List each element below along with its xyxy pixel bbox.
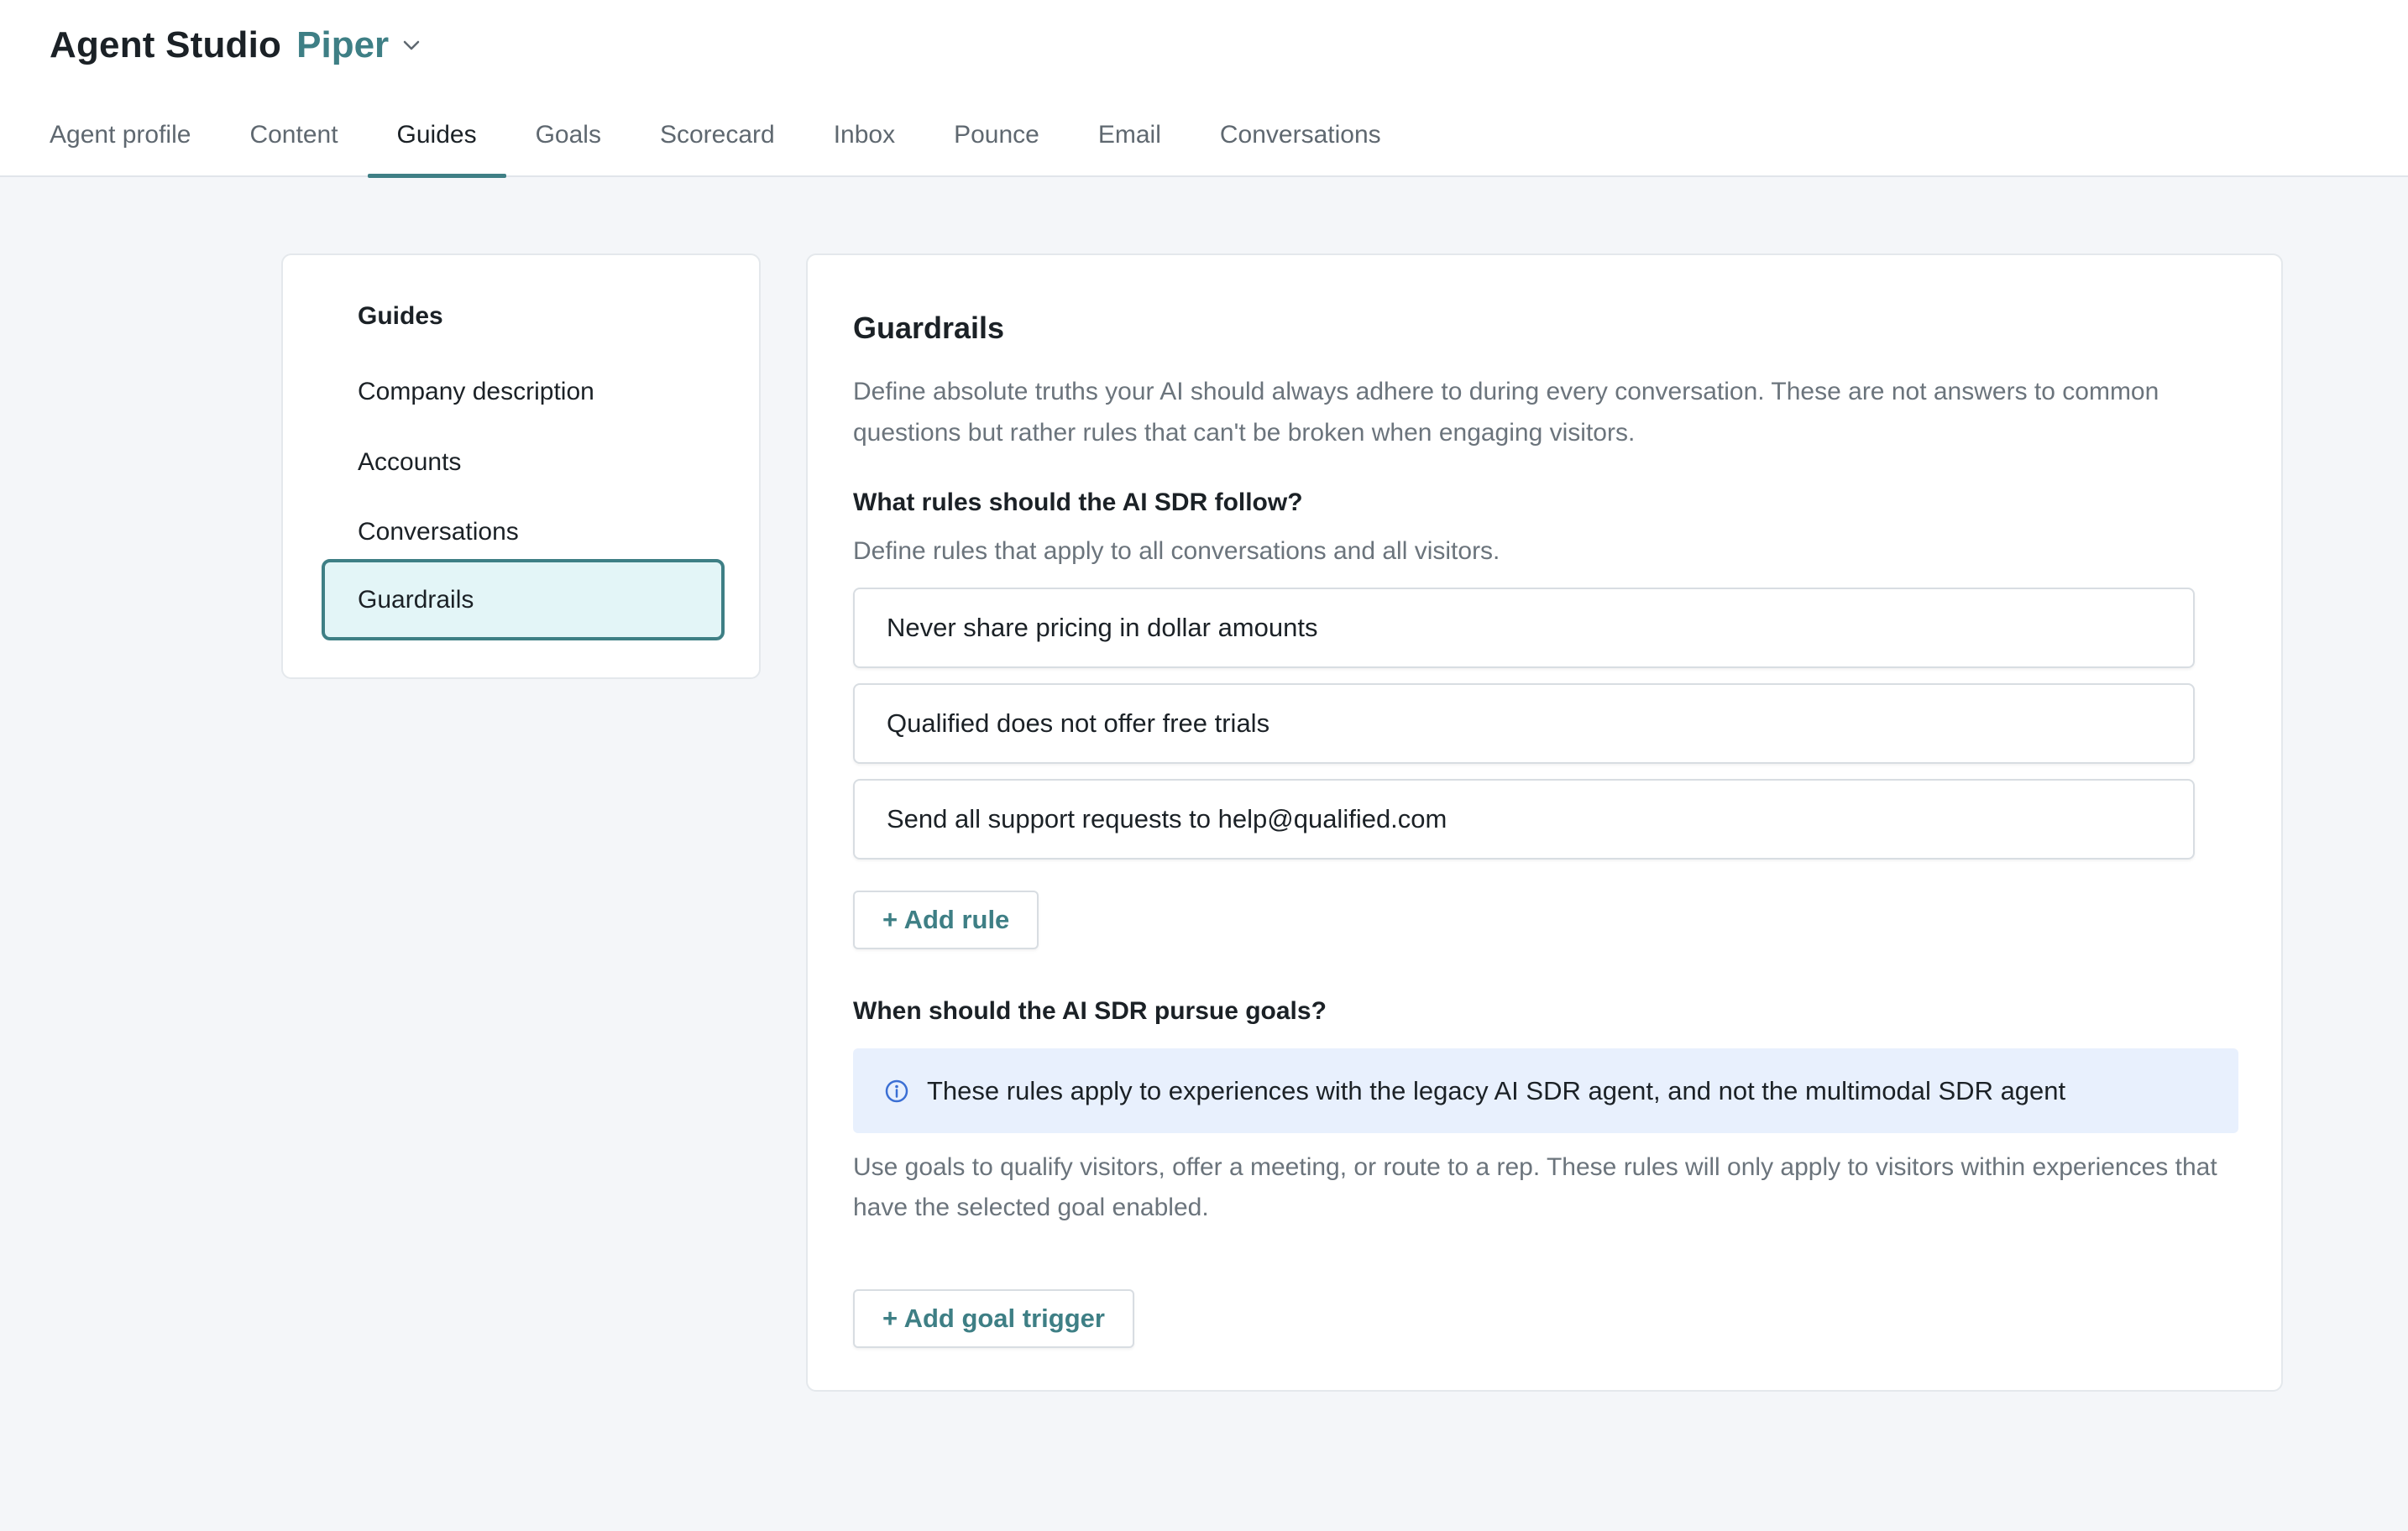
rule-input[interactable]: Qualified does not offer free trials: [853, 683, 2195, 764]
tab-scorecard[interactable]: Scorecard: [631, 111, 804, 177]
tab-content[interactable]: Content: [220, 111, 367, 177]
rules-heading: What rules should the AI SDR follow?: [853, 489, 1303, 516]
goals-description: Use goals to qualify visitors, offer a m…: [853, 1153, 2217, 1221]
tab-goals[interactable]: Goals: [506, 111, 631, 177]
rule-input[interactable]: Send all support requests to help@qualif…: [853, 779, 2195, 860]
tab-email[interactable]: Email: [1069, 111, 1191, 177]
chevron-down-icon[interactable]: [402, 36, 421, 55]
tab-conversations[interactable]: Conversations: [1191, 111, 1411, 177]
tab-agent-profile[interactable]: Agent profile: [50, 111, 220, 177]
agent-name[interactable]: Piper: [296, 24, 389, 66]
info-banner: These rules apply to experiences with th…: [853, 1048, 2238, 1133]
info-circle-icon: [883, 1078, 910, 1105]
rule-input[interactable]: Never share pricing in dollar amounts: [853, 588, 2195, 668]
goals-heading: When should the AI SDR pursue goals?: [853, 997, 1327, 1025]
tab-pounce[interactable]: Pounce: [924, 111, 1069, 177]
sidebar-heading: Guides: [358, 302, 443, 330]
guardrails-panel: Guardrails Define absolute truths your A…: [806, 253, 2283, 1392]
page-title: Guardrails: [853, 311, 1005, 345]
add-rule-button[interactable]: + Add rule: [853, 891, 1039, 949]
sidebar-item-company-description[interactable]: Company description: [322, 351, 725, 432]
info-banner-text: These rules apply to experiences with th…: [927, 1075, 2066, 1105]
rules-subtext: Define rules that apply to all conversat…: [853, 537, 1500, 565]
page-description: Define absolute truths your AI should al…: [853, 378, 2159, 447]
tab-bar: Agent profile Content Guides Goals Score…: [50, 111, 1411, 178]
guides-sidebar: Guides Company description Accounts Conv…: [281, 253, 761, 679]
tab-inbox[interactable]: Inbox: [804, 111, 924, 177]
tab-guides[interactable]: Guides: [367, 111, 506, 178]
app-title: Agent Studio: [50, 24, 282, 65]
add-goal-trigger-button[interactable]: + Add goal trigger: [853, 1289, 1134, 1348]
app-header: Agent Studio Piper Agent profile Content…: [0, 0, 2408, 178]
title-row: Agent Studio Piper: [50, 20, 421, 71]
sidebar-item-guardrails[interactable]: Guardrails: [322, 559, 725, 640]
